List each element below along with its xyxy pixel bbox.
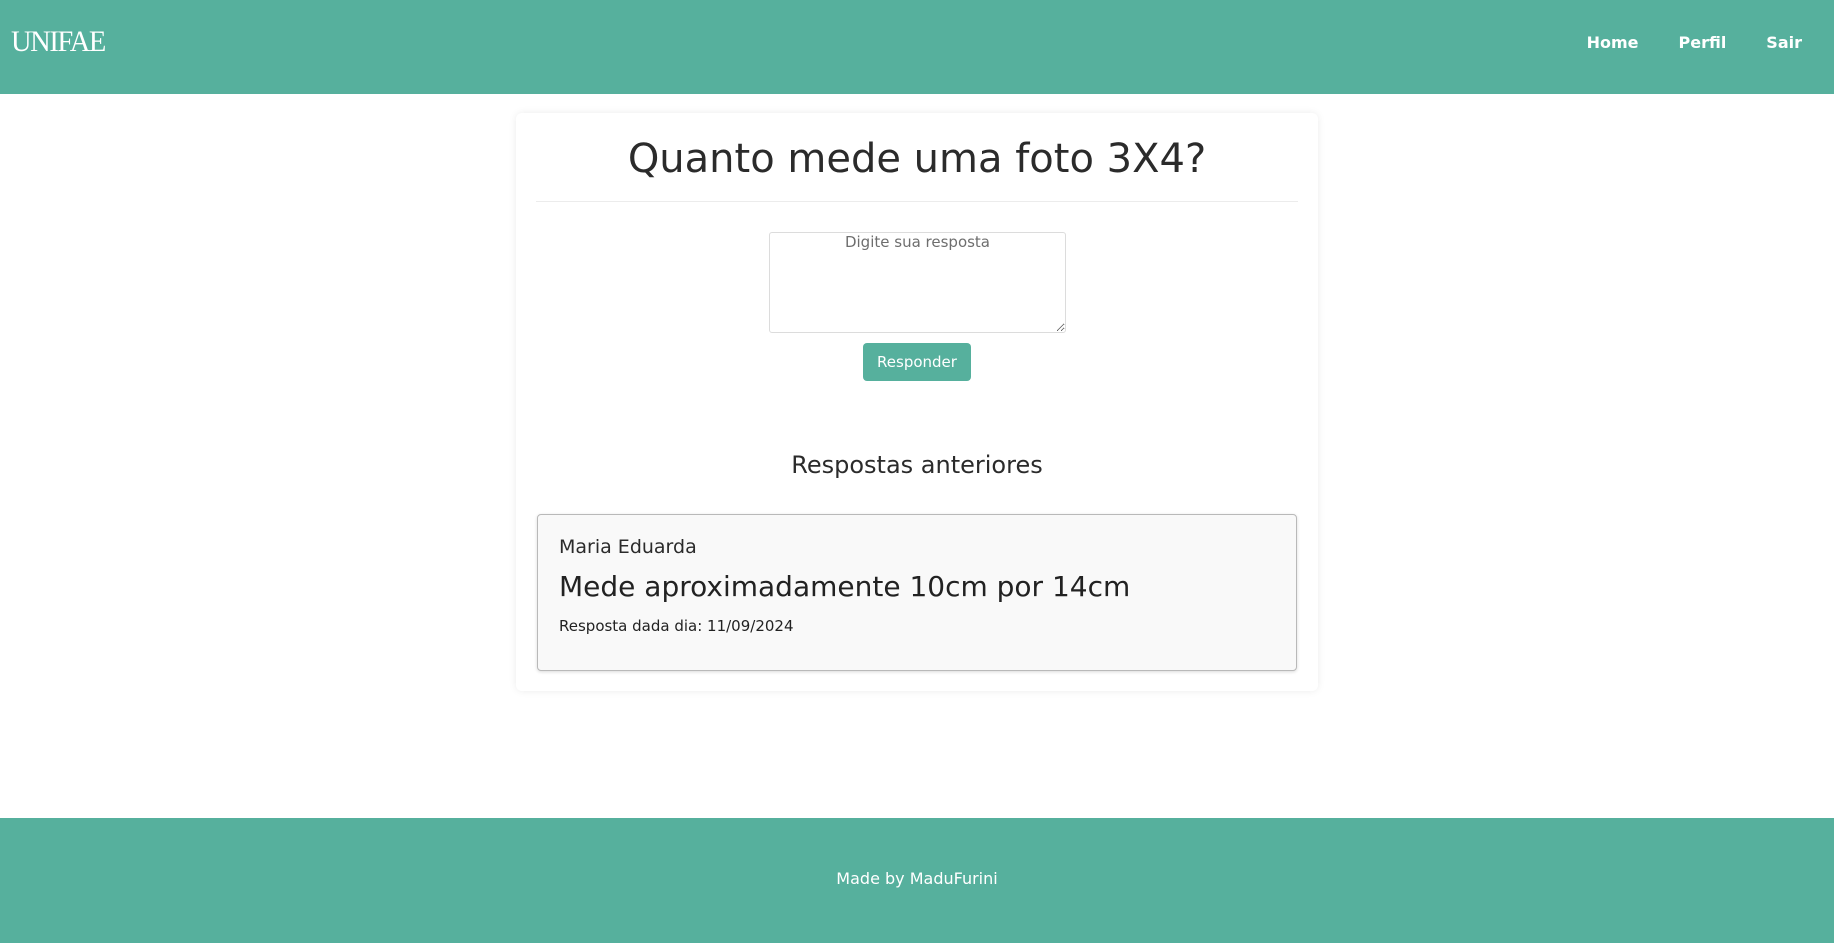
nav-link-perfil[interactable]: Perfil xyxy=(1678,33,1726,52)
previous-answers-heading: Respostas anteriores xyxy=(791,451,1043,479)
top-navbar: UNIFAE Home Perfil Sair xyxy=(0,0,1834,94)
nav-links: Home Perfil Sair xyxy=(1587,0,1834,84)
nav-link-home[interactable]: Home xyxy=(1587,33,1639,52)
answer-input[interactable] xyxy=(769,232,1066,333)
question-title: Quanto mede uma foto 3X4? xyxy=(627,136,1207,182)
question-card: Quanto mede uma foto 3X4? Responder Resp… xyxy=(516,113,1318,691)
nav-link-sair[interactable]: Sair xyxy=(1766,33,1802,52)
unifae-logo[interactable]: UNIFAE xyxy=(11,24,106,60)
title-divider xyxy=(536,201,1298,202)
footer-credit: Made by MaduFurini xyxy=(836,869,998,888)
answer-card: Maria Eduarda Mede aproximadamente 10cm … xyxy=(537,514,1297,671)
answer-date: Resposta dada dia: 11/09/2024 xyxy=(559,617,794,635)
answer-text: Mede aproximadamente 10cm por 14cm xyxy=(559,570,1131,603)
footer: Made by MaduFurini xyxy=(0,818,1834,943)
answer-author: Maria Eduarda xyxy=(559,536,697,558)
respond-button[interactable]: Responder xyxy=(863,343,971,381)
